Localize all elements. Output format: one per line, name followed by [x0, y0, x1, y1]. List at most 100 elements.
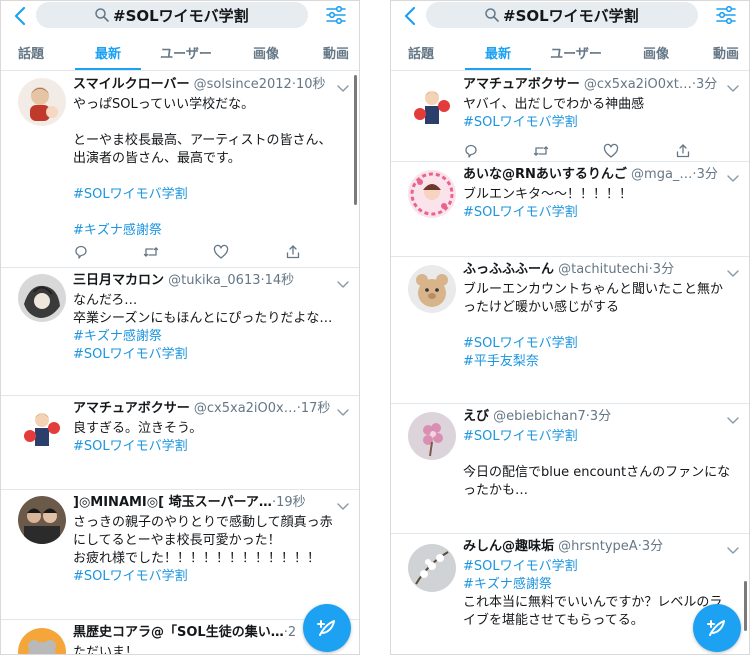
avatar[interactable] — [408, 170, 456, 218]
hashtag-link[interactable]: #SOLワイモバ学割 — [463, 558, 737, 576]
tweet-timeline[interactable]: スマイルクローバー @solsince2012·10秒 やっぱSOLっていい学校だ… — [1, 72, 359, 654]
chevron-down-icon[interactable] — [727, 263, 739, 277]
chevron-down-icon[interactable] — [727, 78, 739, 92]
scrollbar[interactable] — [744, 581, 747, 631]
avatar[interactable] — [18, 628, 66, 654]
tab-3[interactable]: 画像 — [236, 43, 296, 62]
chevron-down-icon[interactable] — [727, 540, 739, 554]
tweet-header: 黒歴史コアラ@「SOL生徒の集い…·2 — [73, 624, 333, 642]
user-name[interactable]: みしん@趣味垢 — [463, 539, 554, 554]
compose-tweet-button[interactable] — [303, 604, 351, 652]
user-name[interactable]: ふっふふふーん — [463, 262, 554, 277]
back-icon[interactable] — [399, 4, 423, 28]
filter-settings-icon[interactable] — [715, 4, 737, 26]
user-name[interactable]: えび — [463, 409, 489, 424]
tweet-header: ふっふふふーん @tachitutechi·3分 — [463, 261, 723, 279]
avatar[interactable] — [18, 78, 66, 126]
hashtag-link[interactable]: #キズナ感謝祭 — [73, 222, 347, 240]
tweet-time: 10秒 — [295, 77, 326, 92]
search-input[interactable]: #SOLワイモバ学割 — [426, 2, 698, 28]
tweet-card[interactable]: ふっふふふーん @tachitutechi·3分 ブルーエンカウントちゃんと聞いた… — [391, 257, 749, 404]
user-handle: @mga_… — [631, 167, 693, 182]
top-bar: #SOLワイモバ学割 — [1, 1, 359, 33]
chevron-down-icon[interactable] — [337, 402, 349, 416]
tweet-card[interactable]: ]◎MINAMI◎[ 埼玉スーパーア…·19秒 さっきの親子のやりとりで感動して顔… — [1, 490, 359, 620]
tweet-card[interactable]: アマチュアボクサー @cx5xa2iO0x…·17秒 良すぎる。泣きそう。 #SOL… — [1, 396, 359, 490]
user-name[interactable]: あいな@RNあいするりんご — [463, 167, 627, 182]
hashtag-link[interactable]: #SOLワイモバ学割 — [73, 568, 347, 586]
tweet-text: 良すぎる。泣きそう。 #SOLワイモバ学割 — [73, 420, 347, 456]
tweet-header: ]◎MINAMI◎[ 埼玉スーパーア…·19秒 — [73, 494, 333, 512]
filter-settings-icon[interactable] — [325, 4, 347, 26]
tweet-header: アマチュアボクサー @cx5xa2iO0x…·17秒 — [73, 400, 333, 418]
chevron-down-icon[interactable] — [727, 410, 739, 424]
retweet-icon[interactable] — [533, 143, 549, 159]
left-phone-screen: #SOLワイモバ学割 話題 最新 ユーザー 画像 動画 スマイルクローバー @solsinc… — [0, 0, 360, 655]
user-name[interactable]: ]◎MINAMI◎[ 埼玉スーパーア… — [73, 495, 272, 510]
avatar[interactable] — [18, 402, 66, 450]
tweet-card[interactable]: スマイルクローバー @solsince2012·10秒 やっぱSOLっていい学校だ… — [1, 72, 359, 268]
share-icon[interactable] — [675, 143, 691, 159]
tweet-line: 良すぎる。泣きそう。 — [73, 421, 203, 436]
tweet-header: アマチュアボクサー @cx5xa2iO0xt…·3分 — [463, 76, 723, 94]
avatar[interactable] — [408, 544, 456, 592]
tab-1[interactable]: 最新 — [468, 43, 528, 62]
hashtag-link[interactable]: #キズナ感謝祭 — [463, 576, 737, 594]
user-name[interactable]: アマチュアボクサー — [73, 401, 190, 416]
tweet-card[interactable]: アマチュアボクサー @cx5xa2iO0xt…·3分 ヤバイ、出だしでわかる神曲感… — [391, 72, 749, 162]
avatar[interactable] — [408, 80, 456, 128]
search-input[interactable]: #SOLワイモバ学割 — [36, 2, 308, 28]
tweet-line — [463, 446, 737, 464]
tweet-card[interactable]: えび @ebiebichan7·3分 #SOLワイモバ学割 今日の配信でblue e… — [391, 404, 749, 534]
tab-0[interactable]: 話題 — [1, 43, 61, 62]
like-icon[interactable] — [603, 143, 619, 159]
avatar[interactable] — [408, 265, 456, 313]
compose-tweet-button[interactable] — [693, 604, 741, 652]
hashtag-link[interactable]: #SOLワイモバ学割 — [73, 346, 347, 364]
retweet-icon[interactable] — [143, 244, 159, 260]
tweet-line: これ本当に無料でいいんですか？レベルのラ — [463, 595, 723, 610]
hashtag-link[interactable]: #平手友梨奈 — [463, 353, 737, 371]
tab-1[interactable]: 最新 — [78, 43, 138, 62]
chevron-down-icon[interactable] — [337, 78, 349, 92]
tweet-card[interactable]: 三日月マカロン @tukika_0613·14秒 なんだろ… 卒業シーズンにもほんと… — [1, 268, 359, 396]
hashtag-link[interactable]: #SOLワイモバ学割 — [73, 186, 347, 204]
chevron-down-icon[interactable] — [337, 274, 349, 288]
tweet-time: 3分 — [652, 262, 675, 277]
tweet-card[interactable]: あいな@RNあいするりんご @mga_…·3分 ブルエンキタ〜〜！！！！！ #SOL… — [391, 162, 749, 257]
scrollbar[interactable] — [354, 75, 357, 205]
search-tabs: 話題 最新 ユーザー 画像 動画 — [1, 33, 359, 71]
chevron-down-icon[interactable] — [337, 496, 349, 510]
tab-4[interactable]: 動画 — [696, 43, 749, 62]
hashtag-link[interactable]: #SOLワイモバ学割 — [463, 428, 737, 446]
tab-2[interactable]: ユーザー — [546, 43, 606, 62]
tab-4[interactable]: 動画 — [306, 43, 359, 62]
hashtag-link[interactable]: #SOLワイモバ学割 — [73, 438, 347, 456]
hashtag-link[interactable]: #SOLワイモバ学割 — [463, 204, 737, 222]
tweet-line: ったけど暖かい感じがする — [463, 300, 620, 315]
reply-icon[interactable] — [73, 244, 89, 260]
share-icon[interactable] — [285, 244, 301, 260]
avatar[interactable] — [18, 274, 66, 322]
like-icon[interactable] — [213, 244, 229, 260]
tab-0[interactable]: 話題 — [391, 43, 451, 62]
user-name[interactable]: 黒歴史コアラ@「SOL生徒の集い… — [73, 625, 284, 640]
back-icon[interactable] — [9, 4, 33, 28]
hashtag-link[interactable]: #SOLワイモバ学割 — [463, 335, 737, 353]
user-handle: @hrsntypeA — [558, 539, 638, 554]
reply-icon[interactable] — [463, 143, 479, 159]
tweet-text: やっぱSOLっていい学校だな。 とーやま校長最高、アーティストの皆さん、 出演者の皆… — [73, 96, 347, 240]
tweet-timeline[interactable]: アマチュアボクサー @cx5xa2iO0xt…·3分 ヤバイ、出だしでわかる神曲感… — [391, 72, 749, 654]
tweet-line — [73, 204, 347, 222]
tab-3[interactable]: 画像 — [626, 43, 686, 62]
user-name[interactable]: 三日月マカロン — [73, 273, 164, 288]
hashtag-link[interactable]: #キズナ感謝祭 — [73, 328, 347, 346]
tab-2[interactable]: ユーザー — [156, 43, 216, 62]
user-name[interactable]: スマイルクローバー — [73, 77, 189, 92]
chevron-down-icon[interactable] — [727, 168, 739, 182]
avatar[interactable] — [408, 412, 456, 460]
hashtag-link[interactable]: #SOLワイモバ学割 — [463, 114, 737, 132]
avatar[interactable] — [18, 496, 66, 544]
user-name[interactable]: アマチュアボクサー — [463, 77, 580, 92]
tweet-time: 2 — [287, 625, 297, 640]
